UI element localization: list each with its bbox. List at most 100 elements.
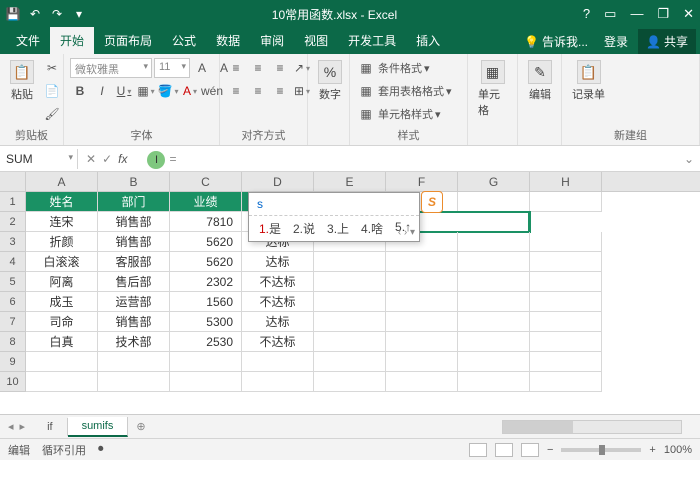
cell[interactable]: [458, 372, 530, 392]
record-form-button[interactable]: 📋记录单: [568, 58, 609, 104]
cell[interactable]: [314, 372, 386, 392]
enter-formula-button[interactable]: ✓: [102, 152, 112, 166]
row-header[interactable]: 8: [0, 332, 26, 352]
cell[interactable]: [458, 292, 530, 312]
cell[interactable]: 不达标: [242, 292, 314, 312]
cell[interactable]: 成玉: [26, 292, 98, 312]
zoom-level[interactable]: 100%: [664, 444, 692, 456]
col-header[interactable]: G: [458, 172, 530, 191]
copy-button[interactable]: 📄: [42, 81, 62, 101]
cell[interactable]: [242, 372, 314, 392]
cell[interactable]: [530, 192, 602, 212]
cell[interactable]: [314, 312, 386, 332]
login-button[interactable]: 登录: [598, 29, 634, 54]
view-normal-button[interactable]: [469, 443, 487, 457]
cell[interactable]: [170, 372, 242, 392]
format-as-table-button[interactable]: ▦套用表格格式▾: [356, 81, 452, 101]
cell[interactable]: [26, 372, 98, 392]
cell-styles-button[interactable]: ▦单元格样式▾: [356, 104, 452, 124]
ime-candidate[interactable]: 4.啥: [359, 220, 383, 237]
align-top-button[interactable]: ≡: [226, 58, 246, 78]
cell[interactable]: [170, 352, 242, 372]
name-box[interactable]: SUM: [0, 149, 78, 169]
phonetic-button[interactable]: wén: [202, 81, 222, 101]
row-header[interactable]: 1: [0, 192, 26, 212]
paste-button[interactable]: 📋 粘贴: [6, 58, 38, 104]
cell[interactable]: [386, 312, 458, 332]
cell[interactable]: [530, 292, 602, 312]
cell[interactable]: [458, 252, 530, 272]
cell[interactable]: [386, 252, 458, 272]
cell[interactable]: [386, 332, 458, 352]
close-button[interactable]: ✕: [683, 6, 694, 22]
align-center-button[interactable]: ≡: [248, 81, 268, 101]
cell[interactable]: [458, 272, 530, 292]
row-header[interactable]: 4: [0, 252, 26, 272]
help-button[interactable]: ?: [583, 6, 590, 22]
zoom-in-button[interactable]: +: [649, 444, 655, 456]
ime-candidate-window[interactable]: s 1.是2.说3.上4.啥5.↑ ‹ › ▾ S: [248, 192, 420, 242]
cell[interactable]: 销售部: [98, 232, 170, 252]
sheet-nav-prev[interactable]: ◂: [8, 420, 14, 433]
cell[interactable]: [314, 292, 386, 312]
select-all-button[interactable]: [0, 172, 26, 191]
row-header[interactable]: 2: [0, 212, 26, 232]
minimize-button[interactable]: —: [630, 6, 643, 22]
view-pagebreak-button[interactable]: [521, 443, 539, 457]
sheet-tab-if[interactable]: if: [33, 418, 68, 436]
ime-candidate[interactable]: 3.上: [325, 220, 349, 237]
cell[interactable]: [458, 232, 530, 252]
font-size-combo[interactable]: 11: [154, 58, 190, 78]
col-header[interactable]: E: [314, 172, 386, 191]
cell[interactable]: 技术部: [98, 332, 170, 352]
editing-button[interactable]: ✎编辑: [524, 58, 556, 104]
cell[interactable]: [98, 372, 170, 392]
tab-file[interactable]: 文件: [6, 27, 50, 54]
ime-candidate[interactable]: 2.说: [291, 220, 315, 237]
table-header[interactable]: 姓名: [26, 192, 98, 212]
tab-layout[interactable]: 页面布局: [94, 27, 162, 54]
table-header[interactable]: 部门: [98, 192, 170, 212]
cell[interactable]: 白真: [26, 332, 98, 352]
row-header[interactable]: 5: [0, 272, 26, 292]
ime-candidate[interactable]: 1.是: [257, 220, 281, 237]
tab-data[interactable]: 数据: [206, 27, 250, 54]
macro-record-icon[interactable]: ⏺: [98, 443, 104, 456]
cell[interactable]: [458, 312, 530, 332]
cell[interactable]: 5620: [170, 232, 242, 252]
cell[interactable]: [458, 352, 530, 372]
cell[interactable]: 达标: [242, 252, 314, 272]
save-icon[interactable]: 💾: [6, 7, 20, 21]
tab-insert[interactable]: 插入: [406, 27, 450, 54]
cell[interactable]: 2530: [170, 332, 242, 352]
cell[interactable]: [314, 252, 386, 272]
align-middle-button[interactable]: ≡: [248, 58, 268, 78]
cell[interactable]: [530, 252, 602, 272]
border-button[interactable]: ▦: [136, 81, 156, 101]
cell[interactable]: [386, 272, 458, 292]
tab-home[interactable]: 开始: [50, 27, 94, 54]
cell[interactable]: [530, 272, 602, 292]
cell[interactable]: 司命: [26, 312, 98, 332]
cell[interactable]: [314, 272, 386, 292]
cell[interactable]: [530, 312, 602, 332]
horizontal-scrollbar[interactable]: [502, 420, 682, 434]
cell[interactable]: 售后部: [98, 272, 170, 292]
col-header[interactable]: A: [26, 172, 98, 191]
tab-view[interactable]: 视图: [294, 27, 338, 54]
share-button[interactable]: 👤共享: [638, 29, 696, 54]
cell[interactable]: 1560: [170, 292, 242, 312]
italic-button[interactable]: I: [92, 81, 112, 101]
col-header[interactable]: F: [386, 172, 458, 191]
cell[interactable]: 不达标: [242, 332, 314, 352]
cell[interactable]: [386, 372, 458, 392]
restore-button[interactable]: ❐: [657, 6, 669, 22]
tab-review[interactable]: 审阅: [250, 27, 294, 54]
undo-icon[interactable]: ↶: [28, 7, 42, 21]
qat-more-icon[interactable]: ▾: [72, 7, 86, 21]
cell[interactable]: 运营部: [98, 292, 170, 312]
zoom-out-button[interactable]: −: [547, 444, 553, 456]
format-painter-button[interactable]: 🖌: [42, 104, 62, 124]
cell[interactable]: 不达标: [242, 272, 314, 292]
table-header[interactable]: 业绩: [170, 192, 242, 212]
